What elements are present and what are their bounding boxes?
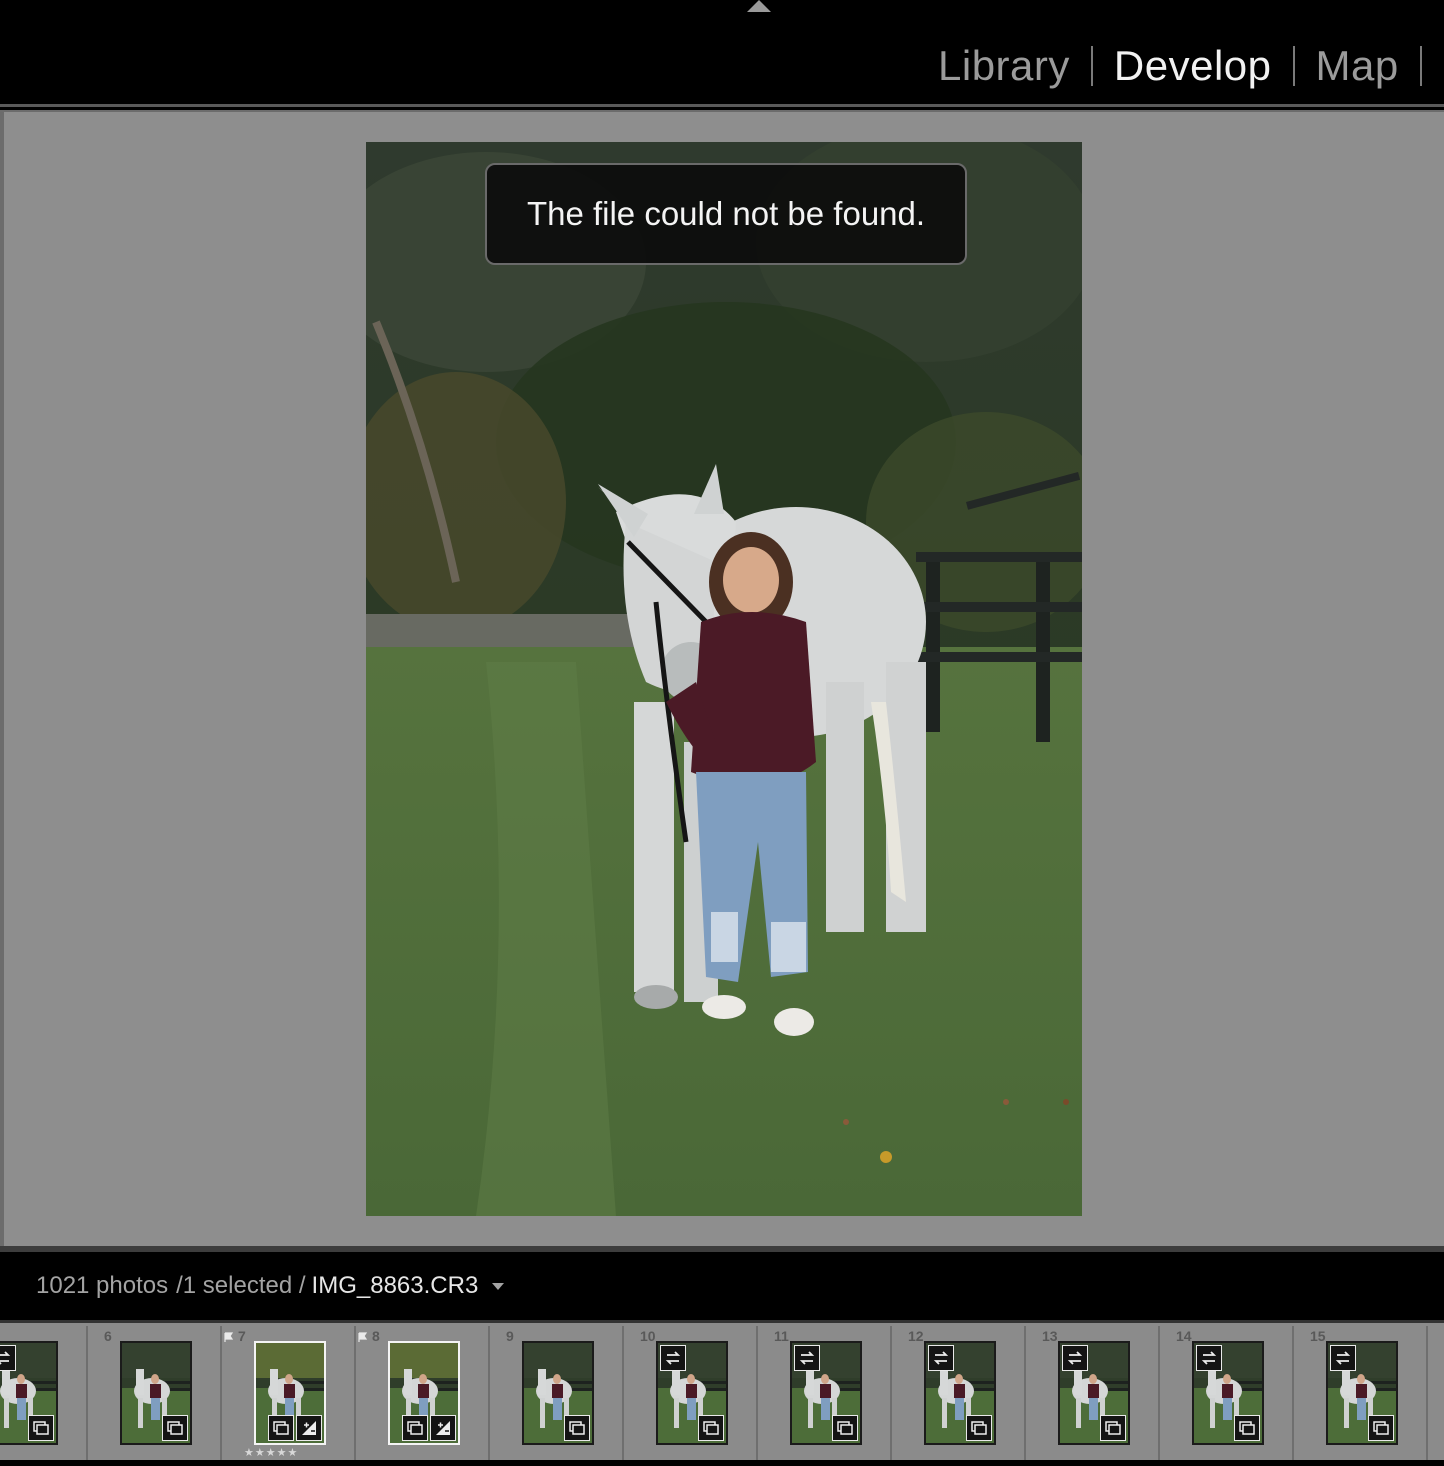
filmstrip-cell-number: 14 (1176, 1328, 1192, 1344)
filmstrip-thumbnail[interactable] (522, 1341, 594, 1445)
filmstrip-cell[interactable]: 6 (88, 1326, 222, 1460)
selected-filename: IMG_8863.CR3 (311, 1272, 479, 1299)
filmstrip-thumbnail[interactable] (1058, 1341, 1130, 1445)
virtual-copy-icon[interactable] (1100, 1415, 1126, 1441)
filmstrip-source-info[interactable]: 1021 photos /1 selected / IMG_8863.CR3 (36, 1272, 505, 1300)
filmstrip-cell-number: 12 (908, 1328, 924, 1344)
module-map[interactable]: Map (1316, 42, 1399, 90)
module-separator (1292, 46, 1295, 86)
filmstrip-cell-number: 13 (1042, 1328, 1058, 1344)
filmstrip[interactable]: 6 7 ★★★★★ 8 9 10 11 12 13 14 15 (0, 1320, 1444, 1460)
flag-icon[interactable] (224, 1329, 234, 1342)
collapse-top-panel-icon[interactable] (747, 0, 771, 12)
filmstrip-header: 1021 photos /1 selected / IMG_8863.CR3 (0, 1252, 1444, 1320)
filmstrip-thumbnail[interactable] (1192, 1341, 1264, 1445)
filmstrip-cell-number: 6 (104, 1328, 112, 1344)
virtual-copy-icon[interactable] (966, 1415, 992, 1441)
filmstrip-thumbnail[interactable] (388, 1341, 460, 1445)
selected-count: /1 selected / (176, 1272, 306, 1299)
virtual-copy-icon[interactable] (28, 1415, 54, 1441)
filmstrip-cell[interactable]: 12 (892, 1326, 1026, 1460)
filmstrip-cell[interactable] (0, 1326, 88, 1460)
filmstrip-cell[interactable]: 11 (758, 1326, 892, 1460)
filmstrip-cell[interactable]: 14 (1160, 1326, 1294, 1460)
loupe-photo[interactable] (366, 142, 1082, 1216)
filmstrip-cell-number: 7 (238, 1328, 246, 1344)
virtual-copy-icon[interactable] (832, 1415, 858, 1441)
photo-count: 1021 photos (36, 1272, 169, 1299)
error-message: The file could not be found. (526, 195, 926, 232)
filmstrip-cell[interactable]: 7 ★★★★★ (222, 1326, 356, 1460)
filmstrip-thumbnail[interactable] (0, 1341, 58, 1445)
star-rating[interactable]: ★★★★★ (244, 1446, 298, 1459)
adjust-icon[interactable] (296, 1415, 322, 1441)
crop-icon[interactable] (268, 1415, 294, 1441)
module-separator (1419, 46, 1422, 86)
module-picker-bar: Library Develop Map B (0, 0, 1444, 107)
virtual-copy-icon[interactable] (1234, 1415, 1260, 1441)
virtual-copy-icon[interactable] (564, 1415, 590, 1441)
filmstrip-cell[interactable]: 10 (624, 1326, 758, 1460)
filmstrip-thumbnail[interactable] (120, 1341, 192, 1445)
filmstrip-cell[interactable]: 13 (1026, 1326, 1160, 1460)
filmstrip-cell[interactable]: 15 (1294, 1326, 1428, 1460)
sync-icon[interactable] (1062, 1345, 1088, 1371)
sync-icon[interactable] (928, 1345, 954, 1371)
flag-icon[interactable] (358, 1329, 368, 1342)
virtual-copy-icon[interactable] (162, 1415, 188, 1441)
sync-icon[interactable] (1196, 1345, 1222, 1371)
filmstrip-cell-number: 15 (1310, 1328, 1326, 1344)
module-develop[interactable]: Develop (1114, 42, 1272, 90)
sync-icon[interactable] (1330, 1345, 1356, 1371)
error-toast: The file could not be found. (485, 163, 967, 265)
filmstrip-cell-number: 10 (640, 1328, 656, 1344)
filmstrip-thumbnail[interactable] (924, 1341, 996, 1445)
topbar-divider (0, 104, 1444, 107)
sync-icon[interactable] (660, 1345, 686, 1371)
filmstrip-bottom-edge (0, 1460, 1444, 1466)
filmstrip-thumbnail[interactable] (790, 1341, 862, 1445)
filmstrip-cell-number: 11 (774, 1328, 789, 1344)
filmstrip-cell[interactable]: 9 (490, 1326, 624, 1460)
filmstrip-thumbnail[interactable] (656, 1341, 728, 1445)
chevron-down-icon[interactable] (492, 1282, 505, 1290)
filmstrip-thumbnail[interactable] (254, 1341, 326, 1445)
module-separator (1090, 46, 1093, 86)
filmstrip-thumbnail[interactable] (1326, 1341, 1398, 1445)
module-picker: Library Develop Map B (938, 38, 1444, 94)
sync-icon[interactable] (794, 1345, 820, 1371)
virtual-copy-icon[interactable] (1368, 1415, 1394, 1441)
filmstrip-cell-number: 9 (506, 1328, 514, 1344)
crop-icon[interactable] (402, 1415, 428, 1441)
virtual-copy-icon[interactable] (698, 1415, 724, 1441)
module-library[interactable]: Library (938, 42, 1070, 90)
adjust-icon[interactable] (430, 1415, 456, 1441)
filmstrip-cell-number: 8 (372, 1328, 380, 1344)
filmstrip-cell[interactable]: 8 (356, 1326, 490, 1460)
sync-icon[interactable] (0, 1345, 16, 1371)
